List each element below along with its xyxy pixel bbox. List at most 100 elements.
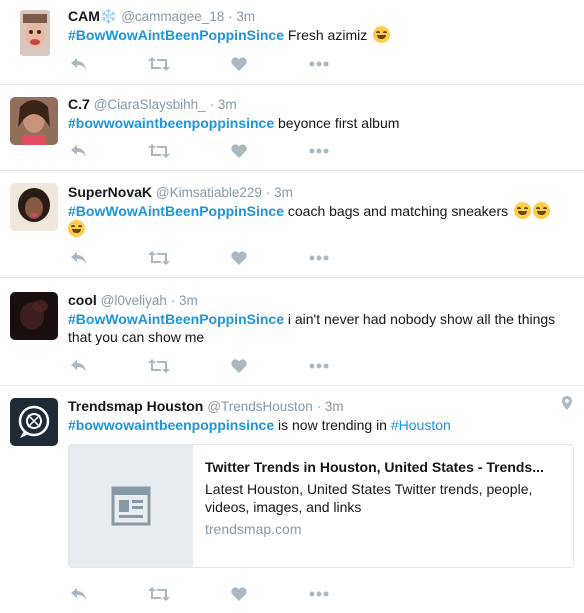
like-button[interactable] xyxy=(228,141,250,161)
tweet[interactable]: CAM❄️ @cammagee_18 · 3m #BowWowAintBeenP… xyxy=(0,0,584,85)
retweet-button[interactable] xyxy=(148,584,170,604)
laughing-emoji-icon xyxy=(373,26,391,43)
reply-icon xyxy=(71,360,86,372)
reply-button[interactable] xyxy=(68,356,90,376)
handle[interactable]: @CiaraSlaysbihh_ xyxy=(94,97,206,112)
heart-icon xyxy=(231,57,247,71)
retweet-button[interactable] xyxy=(148,54,170,74)
retweet-button[interactable] xyxy=(148,356,170,376)
more-button[interactable] xyxy=(308,356,330,376)
handle[interactable]: @cammagee_18 xyxy=(121,9,224,24)
laughing-emoji-icon xyxy=(514,202,532,219)
avatar[interactable] xyxy=(10,97,58,145)
tweet-body-text: coach bags and matching sneakers xyxy=(283,203,509,219)
article-icon xyxy=(111,486,151,526)
hashtag-link[interactable]: #bowwowaintbeenpoppinsince xyxy=(68,115,274,131)
tweet-body-text: beyonce first album xyxy=(274,115,400,131)
retweet-icon xyxy=(148,359,170,373)
tweet-text: #BowWowAintBeenPoppinSince coach bags an… xyxy=(68,202,570,238)
more-icon xyxy=(309,255,329,261)
reply-button[interactable] xyxy=(68,54,90,74)
reply-button[interactable] xyxy=(68,248,90,268)
hashtag-link[interactable]: #BowWowAintBeenPoppinSince xyxy=(68,203,284,219)
timestamp[interactable]: · 3m xyxy=(266,185,293,200)
display-name[interactable]: CAM❄️ xyxy=(68,8,117,24)
card-description: Latest Houston, United States Twitter tr… xyxy=(205,481,533,515)
heart-icon xyxy=(231,359,247,373)
timestamp[interactable]: · 3m xyxy=(317,399,344,414)
timestamp[interactable]: · 3m xyxy=(171,293,198,308)
retweet-icon xyxy=(148,251,170,265)
more-icon xyxy=(309,363,329,369)
reply-icon xyxy=(71,252,86,264)
location-pin-icon[interactable] xyxy=(562,396,572,415)
reply-icon xyxy=(71,588,86,600)
tweet-text: #BowWowAintBeenPoppinSince i ain't never… xyxy=(68,310,570,346)
more-icon xyxy=(309,148,329,154)
timestamp[interactable]: · 3m xyxy=(228,9,255,24)
like-button[interactable] xyxy=(228,54,250,74)
hashtag-link[interactable]: #bowwowaintbeenpoppinsince xyxy=(68,417,274,433)
tweet-body-text: Fresh azimiz xyxy=(283,27,368,43)
hashtag-link[interactable]: #BowWowAintBeenPoppinSince xyxy=(68,311,284,327)
tweet-header: cool @l0veliyah · 3m xyxy=(68,292,198,308)
more-button[interactable] xyxy=(308,248,330,268)
reply-button[interactable] xyxy=(68,141,90,161)
heart-icon xyxy=(231,144,247,158)
tweet-actions xyxy=(68,584,338,604)
tweet-actions xyxy=(68,141,338,161)
like-button[interactable] xyxy=(228,356,250,376)
tweet-text: #bowwowaintbeenpoppinsince beyonce first… xyxy=(68,114,570,132)
retweet-icon xyxy=(148,587,170,601)
tweet[interactable]: C.7 @CiaraSlaysbihh_ · 3m #bowwowaintbee… xyxy=(0,85,584,171)
timestamp[interactable]: · 3m xyxy=(210,97,237,112)
tweet-header: Trendsmap Houston @TrendsHouston · 3m xyxy=(68,398,344,414)
more-button[interactable] xyxy=(308,54,330,74)
more-button[interactable] xyxy=(308,141,330,161)
tweet-text: #BowWowAintBeenPoppinSince Fresh azimiz xyxy=(68,26,570,44)
laughing-emoji-icon xyxy=(533,202,551,219)
tweet-header: CAM❄️ @cammagee_18 · 3m xyxy=(68,8,255,25)
handle[interactable]: @TrendsHouston xyxy=(207,399,313,414)
trendsmap-logo-icon xyxy=(10,398,58,446)
heart-icon xyxy=(231,587,247,601)
more-icon xyxy=(309,61,329,67)
location-hashtag-link[interactable]: #Houston xyxy=(391,417,451,433)
card-url[interactable]: trendsmap.com xyxy=(205,521,301,537)
retweet-button[interactable] xyxy=(148,141,170,161)
handle[interactable]: @l0veliyah xyxy=(101,293,167,308)
tweet-header: SuperNovaK @Kimsatiable229 · 3m xyxy=(68,184,293,200)
tweet[interactable]: cool @l0veliyah · 3m #BowWowAintBeenPopp… xyxy=(0,278,584,386)
tweet[interactable]: Trendsmap Houston @TrendsHouston · 3m #b… xyxy=(0,386,584,613)
display-name[interactable]: SuperNovaK xyxy=(68,184,152,200)
more-button[interactable] xyxy=(308,584,330,604)
hashtag-link[interactable]: #BowWowAintBeenPoppinSince xyxy=(68,27,284,43)
tweet-actions xyxy=(68,248,338,268)
laughing-emoji-icon xyxy=(68,220,85,237)
reply-icon xyxy=(71,145,86,157)
heart-icon xyxy=(231,251,247,265)
retweet-icon xyxy=(148,57,170,71)
retweet-button[interactable] xyxy=(148,248,170,268)
reply-icon xyxy=(71,58,86,70)
like-button[interactable] xyxy=(228,584,250,604)
retweet-icon xyxy=(148,144,170,158)
display-name[interactable]: C.7 xyxy=(68,96,90,112)
tweet-actions xyxy=(68,356,338,376)
tweet[interactable]: SuperNovaK @Kimsatiable229 · 3m #BowWowA… xyxy=(0,171,584,278)
handle[interactable]: @Kimsatiable229 xyxy=(156,185,262,200)
tweet-body-text: is now trending in xyxy=(274,417,391,433)
tweet-actions xyxy=(68,54,338,74)
avatar[interactable] xyxy=(10,292,58,340)
card-thumbnail xyxy=(69,445,193,567)
card-title[interactable]: Twitter Trends in Houston, United States… xyxy=(205,459,561,475)
avatar[interactable] xyxy=(10,183,58,231)
avatar[interactable] xyxy=(20,10,50,56)
reply-button[interactable] xyxy=(68,584,90,604)
like-button[interactable] xyxy=(228,248,250,268)
link-card[interactable]: Twitter Trends in Houston, United States… xyxy=(68,444,574,568)
display-name[interactable]: cool xyxy=(68,292,97,308)
display-name[interactable]: Trendsmap Houston xyxy=(68,398,203,414)
tweet-header: C.7 @CiaraSlaysbihh_ · 3m xyxy=(68,96,237,112)
avatar[interactable] xyxy=(10,398,58,446)
